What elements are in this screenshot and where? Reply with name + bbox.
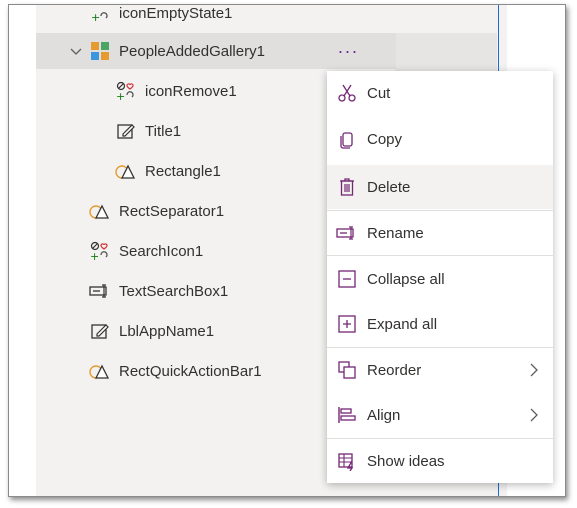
menu-item-label: Reorder — [367, 361, 422, 379]
menu-item-label: Collapse all — [367, 270, 445, 288]
menu-item-cut[interactable]: Cut — [327, 71, 553, 115]
collapse-icon — [336, 268, 358, 290]
tree-item-label: TextSearchBox1 — [119, 282, 229, 300]
label-edit-icon — [89, 320, 111, 342]
menu-item-copy[interactable]: Copy — [327, 117, 553, 161]
expand-icon — [336, 313, 358, 335]
tree-item-label: LblAppName1 — [119, 322, 215, 340]
menu-item-label: Copy — [367, 130, 403, 148]
menu-item-label: Show ideas — [367, 452, 445, 470]
menu-item-reorder[interactable]: Reorder — [327, 348, 553, 392]
app-frame: + iconEmptyState1 PeopleAddedGallery1 ··… — [8, 4, 566, 497]
menu-item-delete[interactable]: Delete — [327, 165, 553, 209]
more-options-button[interactable]: ··· — [332, 40, 364, 62]
tree-item-label: PeopleAddedGallery1 — [119, 42, 265, 60]
shapes-icon — [89, 200, 111, 222]
tree-item-label: iconRemove1 — [145, 82, 237, 100]
menu-item-label: Cut — [367, 84, 391, 102]
menu-item-label: Delete — [367, 178, 411, 196]
tree-item-label: RectSeparator1 — [119, 202, 225, 220]
text-input-icon — [89, 280, 111, 302]
menu-item-label: Rename — [367, 224, 424, 242]
menu-item-rename[interactable]: Rename — [327, 211, 553, 255]
label-edit-icon — [115, 120, 137, 142]
menu-divider — [327, 255, 553, 256]
menu-item-align[interactable]: Align — [327, 393, 553, 437]
trash-icon — [336, 176, 358, 198]
context-menu: Cut Copy Delete Rename Collapse all Expa… — [327, 71, 553, 483]
copy-icon — [336, 128, 358, 150]
menu-item-show-ideas[interactable]: Show ideas — [327, 439, 553, 483]
svg-text:+: + — [116, 90, 125, 101]
tree-item-label: iconEmptyState1 — [119, 4, 233, 22]
tree-item-label: SearchIcon1 — [119, 242, 204, 260]
shapes-icon — [115, 160, 137, 182]
ideas-icon — [336, 450, 358, 472]
svg-text:+: + — [90, 250, 99, 261]
shapes-icon — [89, 360, 111, 382]
tree-item-iconemptystate1[interactable]: + iconEmptyState1 — [36, 4, 396, 31]
scissors-icon — [336, 82, 358, 104]
icon-control-icon: + — [89, 240, 111, 262]
icon-control-icon: + — [89, 5, 111, 24]
reorder-icon — [336, 359, 358, 381]
tree-item-label: Rectangle1 — [145, 162, 221, 180]
chevron-down-icon[interactable] — [70, 45, 82, 57]
selection-stripe — [395, 33, 497, 73]
align-icon — [336, 404, 358, 426]
menu-item-collapse-all[interactable]: Collapse all — [327, 257, 553, 301]
gallery-icon — [89, 40, 111, 62]
icon-control-icon: + — [115, 80, 137, 102]
tree-item-label: RectQuickActionBar1 — [119, 362, 262, 380]
tree-item-peopleaddedgallery1[interactable]: PeopleAddedGallery1 ··· — [36, 33, 396, 69]
rename-icon — [336, 222, 358, 244]
chevron-right-icon — [530, 363, 538, 377]
svg-text:+: + — [91, 11, 100, 23]
menu-item-label: Align — [367, 406, 401, 424]
menu-item-expand-all[interactable]: Expand all — [327, 302, 553, 346]
menu-item-label: Expand all — [367, 315, 438, 333]
tree-item-label: Title1 — [145, 122, 182, 140]
chevron-right-icon — [530, 408, 538, 422]
